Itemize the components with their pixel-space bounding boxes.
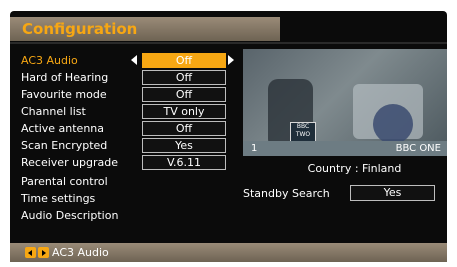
channel-number: 1	[251, 143, 258, 154]
channel-preview: BBC TWO	[243, 49, 447, 156]
standby-search-label: Standby Search	[243, 187, 330, 200]
channel-name: BBC ONE	[395, 143, 441, 154]
preview-scene	[373, 104, 413, 144]
footer-bar: AC3 Audio	[10, 243, 447, 262]
menu-item-label: Channel list	[21, 105, 86, 118]
favourite-mode-value[interactable]: Off	[142, 87, 226, 102]
menu-item-label: Hard of Hearing	[21, 71, 109, 84]
ac3-audio-value[interactable]: Off	[142, 53, 226, 68]
title-bar: Configuration	[10, 17, 280, 41]
hard-of-hearing-value[interactable]: Off	[142, 70, 226, 85]
menu-item-label: Favourite mode	[21, 88, 107, 101]
menu-item-label: Time settings	[21, 192, 96, 205]
menu-item-audio-description[interactable]: Audio Description	[0, 207, 440, 224]
receiver-upgrade-value[interactable]: V.6.11	[142, 155, 226, 170]
menu-item-label: Receiver upgrade	[21, 156, 119, 169]
right-arrow-icon[interactable]	[228, 55, 234, 65]
menu-item-label: Scan Encrypted	[21, 139, 108, 152]
divider	[10, 42, 447, 44]
left-arrow-key-icon	[25, 247, 36, 258]
scan-encrypted-value[interactable]: Yes	[142, 138, 226, 153]
menu-title: Configuration	[22, 20, 138, 38]
menu-item-label: Parental control	[21, 175, 108, 188]
channel-list-value[interactable]: TV only	[142, 104, 226, 119]
menu-item-label: Active antenna	[21, 122, 104, 135]
left-arrow-icon[interactable]	[131, 55, 137, 65]
menu-item-label: Audio Description	[21, 209, 119, 222]
footer-hint: AC3 Audio	[52, 246, 109, 259]
standby-search-value[interactable]: Yes	[350, 185, 435, 201]
nav-keys	[25, 247, 49, 258]
active-antenna-value[interactable]: Off	[142, 121, 226, 136]
right-arrow-key-icon	[38, 247, 49, 258]
country-label: Country : Finland	[307, 162, 402, 175]
channel-info-bar: 1 BBC ONE	[243, 141, 447, 156]
menu-item-label: AC3 Audio	[21, 54, 78, 67]
bbc-two-logo: BBC TWO	[290, 122, 316, 142]
